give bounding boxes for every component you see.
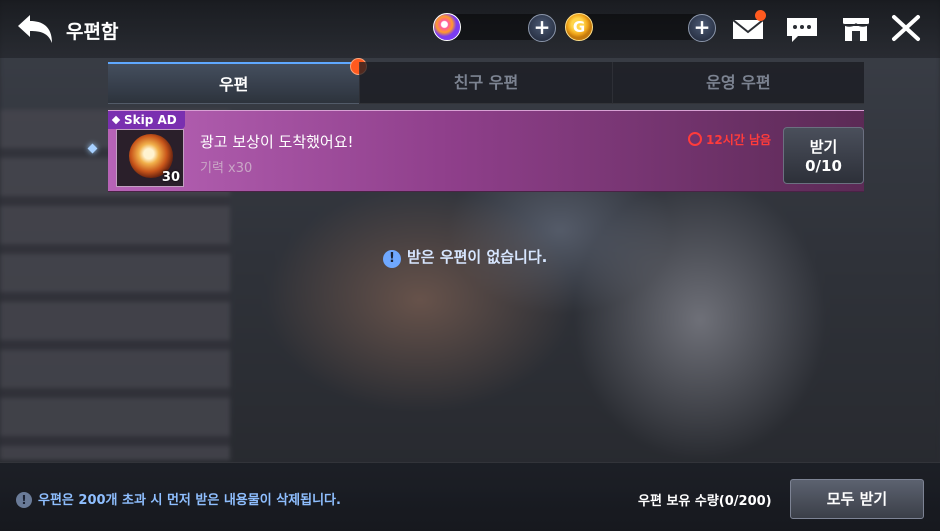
shop-icon — [842, 18, 870, 41]
shop-button[interactable] — [838, 12, 874, 44]
gem-currency: + — [433, 13, 556, 42]
claim-all-button[interactable]: 모두 받기 — [790, 479, 924, 519]
tab-operator-mail[interactable]: 운영 우편 — [611, 62, 864, 104]
claim-count: 0/10 — [805, 157, 842, 175]
skip-ad-label: Skip AD — [124, 113, 177, 127]
close-icon — [892, 15, 920, 41]
diamond-icon — [111, 115, 121, 125]
info-icon: ! — [16, 492, 32, 508]
mail-title: 광고 보상이 도착했어요! — [200, 133, 354, 151]
mail-tabs: 우편 친구 우편 운영 우편 — [108, 58, 864, 104]
tab-label: 운영 우편 — [706, 73, 771, 92]
notice-text: 우편은 200개 초과 시 먼저 받은 내용물이 삭제됩니다. — [38, 493, 341, 508]
chat-icon — [787, 18, 817, 42]
time-remaining-text: 12시간 남음 — [706, 133, 772, 147]
mail-subtitle: 기력 x30 — [200, 161, 253, 176]
reward-quantity: 30 — [161, 170, 180, 185]
empty-mail-message: ! 받은 우편이 없습니다. — [383, 246, 547, 268]
page-title: 우편함 — [66, 21, 119, 43]
tab-label: 친구 우편 — [453, 73, 519, 92]
top-bar: 우편함 + G + — [0, 0, 940, 58]
empty-mail-text: 받은 우편이 없습니다. — [407, 248, 548, 266]
reward-item-icon: 30 — [116, 129, 184, 187]
tab-label: 우편 — [218, 75, 249, 94]
bottom-bar: ! 우편은 200개 초과 시 먼저 받은 내용물이 삭제됩니다. 우편 보유 수… — [0, 462, 940, 531]
add-gold-button[interactable]: + — [688, 14, 716, 42]
close-button[interactable] — [888, 12, 924, 44]
tab-friend-mail[interactable]: 친구 우편 — [359, 62, 612, 104]
back-button[interactable] — [14, 12, 56, 46]
gem-icon — [433, 13, 461, 41]
back-arrow-icon — [18, 15, 52, 43]
claim-button[interactable]: 받기 0/10 — [783, 127, 864, 184]
claim-label: 받기 — [809, 138, 838, 156]
tab-mail[interactable]: 우편 — [108, 58, 368, 104]
mail-storage-count: 우편 보유 수량(0/200) — [638, 494, 772, 509]
info-icon: ! — [383, 250, 401, 268]
gold-coin-icon: G — [565, 13, 593, 41]
time-remaining: 12시간 남음 — [688, 131, 771, 148]
mail-limit-notice: ! 우편은 200개 초과 시 먼저 받은 내용물이 삭제됩니다. — [16, 489, 341, 508]
skip-ad-badge: Skip AD — [108, 111, 185, 129]
gold-currency: G + — [565, 13, 716, 42]
mail-button[interactable] — [730, 10, 766, 44]
mail-item[interactable]: Skip AD 30 광고 보상이 도착했어요! 기력 x30 12시간 남음 … — [108, 110, 864, 192]
clock-icon — [688, 132, 702, 146]
chat-button[interactable] — [784, 12, 820, 44]
add-gem-button[interactable]: + — [528, 14, 556, 42]
mail-alert-dot — [755, 10, 766, 21]
